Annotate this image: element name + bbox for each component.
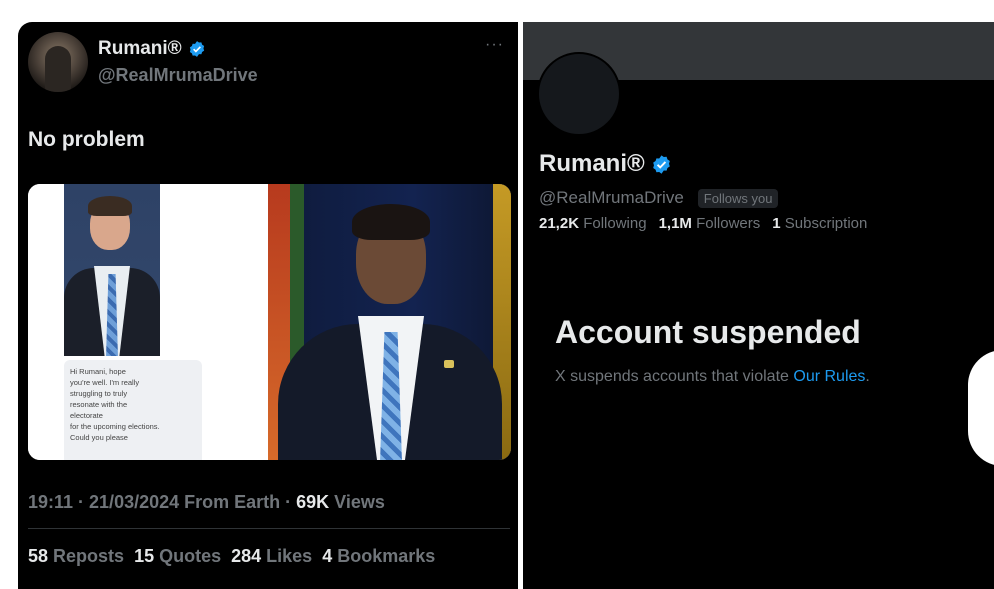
tweet-timestamp-views: 19:11 · 21/03/2024 From Earth · 69K View…: [28, 492, 385, 513]
chat-line: electorate: [70, 411, 103, 420]
bookmarks-label: Bookmarks: [332, 546, 436, 566]
tweet-timestamp[interactable]: 19:11 · 21/03/2024 From Earth ·: [28, 492, 296, 512]
chat-line: Hi Rumani, hope: [70, 367, 126, 376]
verified-badge-icon: [652, 154, 670, 174]
author-handle[interactable]: @RealMrumaDrive: [98, 65, 258, 86]
subscription-link[interactable]: 1 Subscription: [772, 215, 867, 232]
followers-link[interactable]: 1,1M Followers: [659, 215, 761, 232]
profile-panel: Rumani® @RealMrumaDrive Follows you 21,2…: [523, 22, 994, 589]
author-name-row[interactable]: Rumani®: [98, 38, 206, 60]
likes-stat[interactable]: 284 Likes: [231, 546, 312, 567]
bookmarks-stat[interactable]: 4 Bookmarks: [322, 546, 435, 567]
our-rules-link[interactable]: Our Rules: [793, 368, 865, 385]
quotes-label: Quotes: [154, 546, 222, 566]
suspended-desc-end: .: [865, 368, 870, 385]
subscription-label: Subscription: [780, 215, 868, 232]
quotes-stat[interactable]: 15 Quotes: [134, 546, 221, 567]
following-count: 21,2K: [539, 215, 580, 232]
overlay-circle: [968, 350, 994, 466]
followers-label: Followers: [691, 215, 761, 232]
chat-line: Could you please: [70, 433, 128, 442]
media-screenshot-image[interactable]: Hi Rumani, hope you're well. I'm really …: [28, 184, 266, 460]
bookmarks-count: 4: [322, 546, 333, 566]
profile-handle: @RealMrumaDrive: [539, 188, 684, 207]
profile-name-row: Rumani®: [539, 150, 672, 178]
profile-display-name: Rumani®: [539, 150, 645, 177]
chat-line: you're well. I'm really: [70, 378, 140, 387]
chat-line: resonate with the: [70, 400, 128, 409]
tweet-card: Rumani® @RealMrumaDrive ··· No problem H…: [18, 22, 518, 589]
quotes-count: 15: [134, 546, 155, 566]
reposts-label: Reposts: [48, 546, 125, 566]
author-display-name[interactable]: Rumani®: [98, 38, 182, 60]
following-link[interactable]: 21,2K Following: [539, 215, 647, 232]
chat-line: for the upcoming elections.: [70, 422, 160, 431]
profile-avatar[interactable]: [537, 52, 621, 136]
views-count: 69K: [296, 492, 330, 512]
profile-handle-row: @RealMrumaDrive Follows you: [539, 188, 779, 208]
chat-message-bubble: Hi Rumani, hope you're well. I'm really …: [64, 360, 202, 460]
profile-photo-image: [64, 184, 160, 356]
subscription-count: 1: [772, 215, 781, 232]
media-portrait-image[interactable]: [268, 184, 511, 460]
reposts-count: 58: [28, 546, 49, 566]
chat-line: struggling to truly: [70, 389, 128, 398]
author-avatar[interactable]: [28, 32, 88, 92]
suspended-title: Account suspended: [555, 314, 861, 350]
more-horizontal-icon[interactable]: ···: [485, 36, 504, 54]
following-label: Following: [579, 215, 647, 232]
tweet-stats: 58 Reposts 15 Quotes 284 Likes 4 Bookmar…: [28, 546, 435, 567]
likes-label: Likes: [261, 546, 313, 566]
likes-count: 284: [231, 546, 262, 566]
verified-badge-icon: [189, 41, 204, 57]
screenshot-canvas: Rumani® @RealMrumaDrive ··· No problem H…: [0, 0, 994, 589]
tweet-text: No problem: [28, 128, 145, 151]
reposts-stat[interactable]: 58 Reposts: [28, 546, 124, 567]
views-label: Views: [329, 492, 385, 512]
suspended-description: X suspends accounts that violate Our Rul…: [555, 368, 870, 386]
followers-count: 1,1M: [658, 215, 692, 232]
tweet-media[interactable]: Hi Rumani, hope you're well. I'm really …: [28, 184, 511, 460]
profile-counts: 21,2K Following 1,1M Followers 1 Subscri…: [539, 215, 867, 232]
suspended-desc-text: X suspends accounts that violate: [555, 368, 794, 385]
follows-you-badge: Follows you: [697, 188, 779, 208]
divider: [28, 528, 510, 529]
